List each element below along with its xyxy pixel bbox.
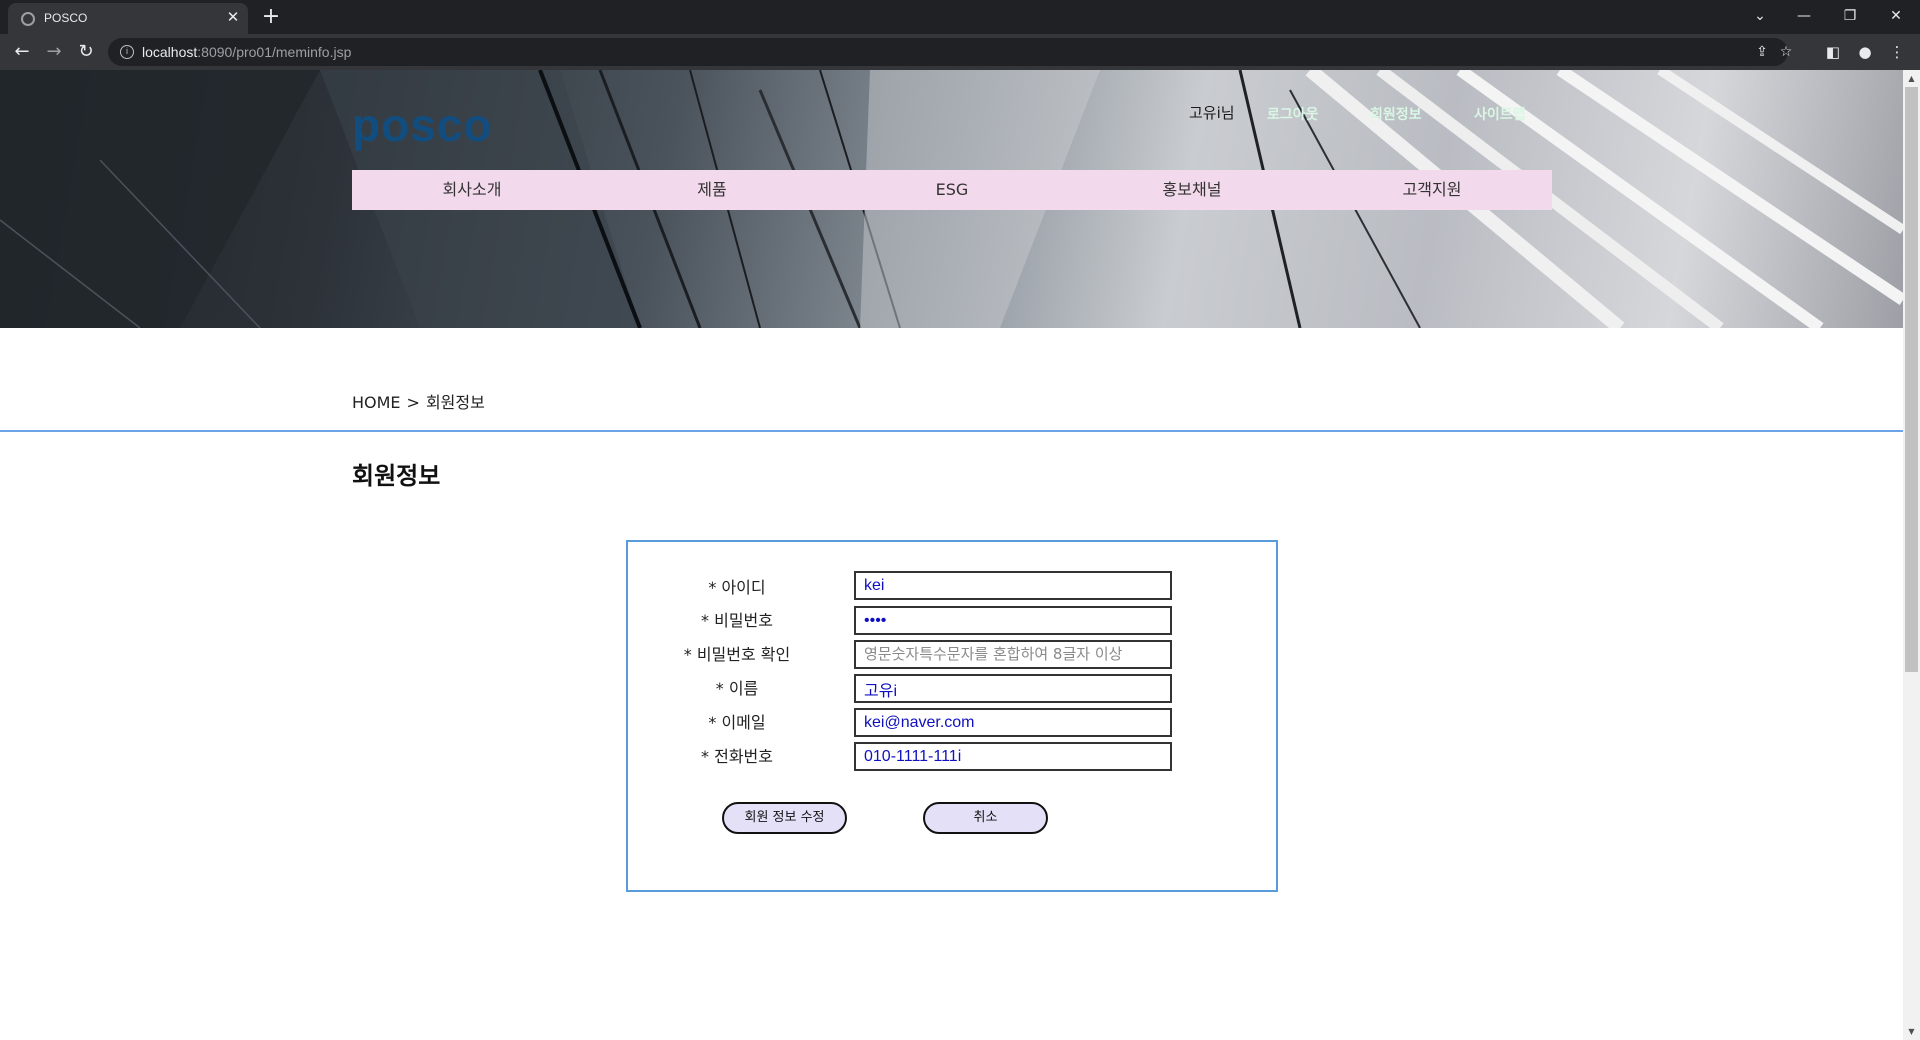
posco-logo[interactable]: posco — [352, 98, 492, 152]
id-input[interactable] — [854, 571, 1172, 600]
password-confirm-label: * 비밀번호 확인 — [683, 645, 791, 664]
breadcrumb-separator: > — [406, 393, 420, 412]
email-label: * 이메일 — [708, 713, 766, 732]
nav-item-company[interactable]: 회사소개 — [352, 170, 592, 210]
name-label: * 이름 — [715, 679, 759, 698]
forward-icon[interactable]: → — [42, 40, 66, 64]
nav-item-esg[interactable]: ESG — [832, 170, 1072, 210]
bookmark-star-icon[interactable]: ☆ — [1776, 42, 1796, 62]
browser-toolbar: ← → ↻ i localhost:8090/pro01/meminfo.jsp… — [0, 34, 1920, 70]
breadcrumb-divider — [0, 430, 1903, 432]
header-banner: posco 고유i님 로그아웃 회원정보 사이트맵 회사소개 제품 ESG 홍보… — [0, 70, 1903, 328]
tab-search-icon[interactable]: ⌄ — [1740, 4, 1780, 28]
browser-tab[interactable]: POSCO ✕ — [8, 3, 248, 34]
browser-tab-bar: POSCO ✕ + ⌄ — ❐ ✕ — [0, 0, 1920, 34]
nav-item-pr-channel[interactable]: 홍보채널 — [1072, 170, 1312, 210]
email-input[interactable] — [854, 708, 1172, 737]
page-viewport: posco 고유i님 로그아웃 회원정보 사이트맵 회사소개 제품 ESG 홍보… — [0, 70, 1903, 1040]
user-greeting: 고유i님 — [1189, 104, 1235, 122]
cancel-button[interactable]: 취소 — [923, 802, 1048, 834]
main-nav: 회사소개 제품 ESG 홍보채널 고객지원 — [352, 170, 1552, 210]
side-panel-icon[interactable]: ◧ — [1823, 42, 1843, 62]
breadcrumb-current: 회원정보 — [425, 393, 485, 412]
password-confirm-input[interactable] — [854, 640, 1172, 669]
scroll-down-icon[interactable]: ▼ — [1903, 1023, 1920, 1040]
page-scrollbar[interactable]: ▲ ▼ — [1903, 70, 1920, 1040]
scroll-up-icon[interactable]: ▲ — [1903, 70, 1920, 87]
logout-link[interactable]: 로그아웃 — [1267, 104, 1319, 124]
nav-item-support[interactable]: 고객지원 — [1312, 170, 1552, 210]
menu-icon[interactable]: ⋮ — [1887, 42, 1907, 62]
info-icon[interactable]: i — [120, 45, 134, 59]
member-info-form: * 아이디 * 비밀번호 * 비밀번호 확인 * 이름 * 이메일 * 전화번호… — [626, 540, 1278, 892]
reload-icon[interactable]: ↻ — [74, 40, 98, 64]
form-row-id: * 아이디 — [628, 571, 1280, 601]
back-icon[interactable]: ← — [10, 40, 34, 64]
form-row-phone: * 전화번호 — [628, 742, 1280, 772]
profile-icon[interactable]: ● — [1855, 42, 1875, 62]
form-row-email: * 이메일 — [628, 708, 1280, 738]
scrollbar-thumb[interactable] — [1905, 87, 1918, 672]
url-text[interactable]: localhost:8090/pro01/meminfo.jsp — [142, 44, 351, 60]
form-row-name: * 이름 — [628, 674, 1280, 704]
close-icon[interactable]: ✕ — [224, 8, 242, 26]
form-row-password-confirm: * 비밀번호 확인 — [628, 640, 1280, 670]
name-input[interactable] — [854, 674, 1172, 703]
form-row-password: * 비밀번호 — [628, 606, 1280, 636]
breadcrumb: HOME > 회원정보 — [352, 389, 491, 413]
update-member-info-button[interactable]: 회원 정보 수정 — [722, 802, 847, 834]
password-label: * 비밀번호 — [701, 611, 773, 630]
address-bar[interactable]: i localhost:8090/pro01/meminfo.jsp ⇪ ☆ — [108, 38, 1792, 66]
phone-input[interactable] — [854, 742, 1172, 771]
breadcrumb-home[interactable]: HOME — [352, 393, 401, 412]
phone-label: * 전화번호 — [701, 747, 773, 766]
member-info-link[interactable]: 회원정보 — [1370, 104, 1422, 124]
id-label: * 아이디 — [708, 578, 766, 597]
page-title: 회원정보 — [352, 462, 441, 490]
new-tab-icon[interactable]: + — [258, 4, 284, 30]
password-input[interactable] — [854, 606, 1172, 635]
sitemap-link[interactable]: 사이트맵 — [1474, 104, 1526, 124]
restore-icon[interactable]: ❐ — [1830, 4, 1870, 28]
tab-title: POSCO — [44, 11, 88, 25]
nav-item-products[interactable]: 제품 — [592, 170, 832, 210]
globe-icon — [21, 12, 35, 26]
window-close-icon[interactable]: ✕ — [1876, 4, 1916, 28]
minimize-icon[interactable]: — — [1784, 4, 1824, 28]
share-icon[interactable]: ⇪ — [1752, 42, 1772, 62]
